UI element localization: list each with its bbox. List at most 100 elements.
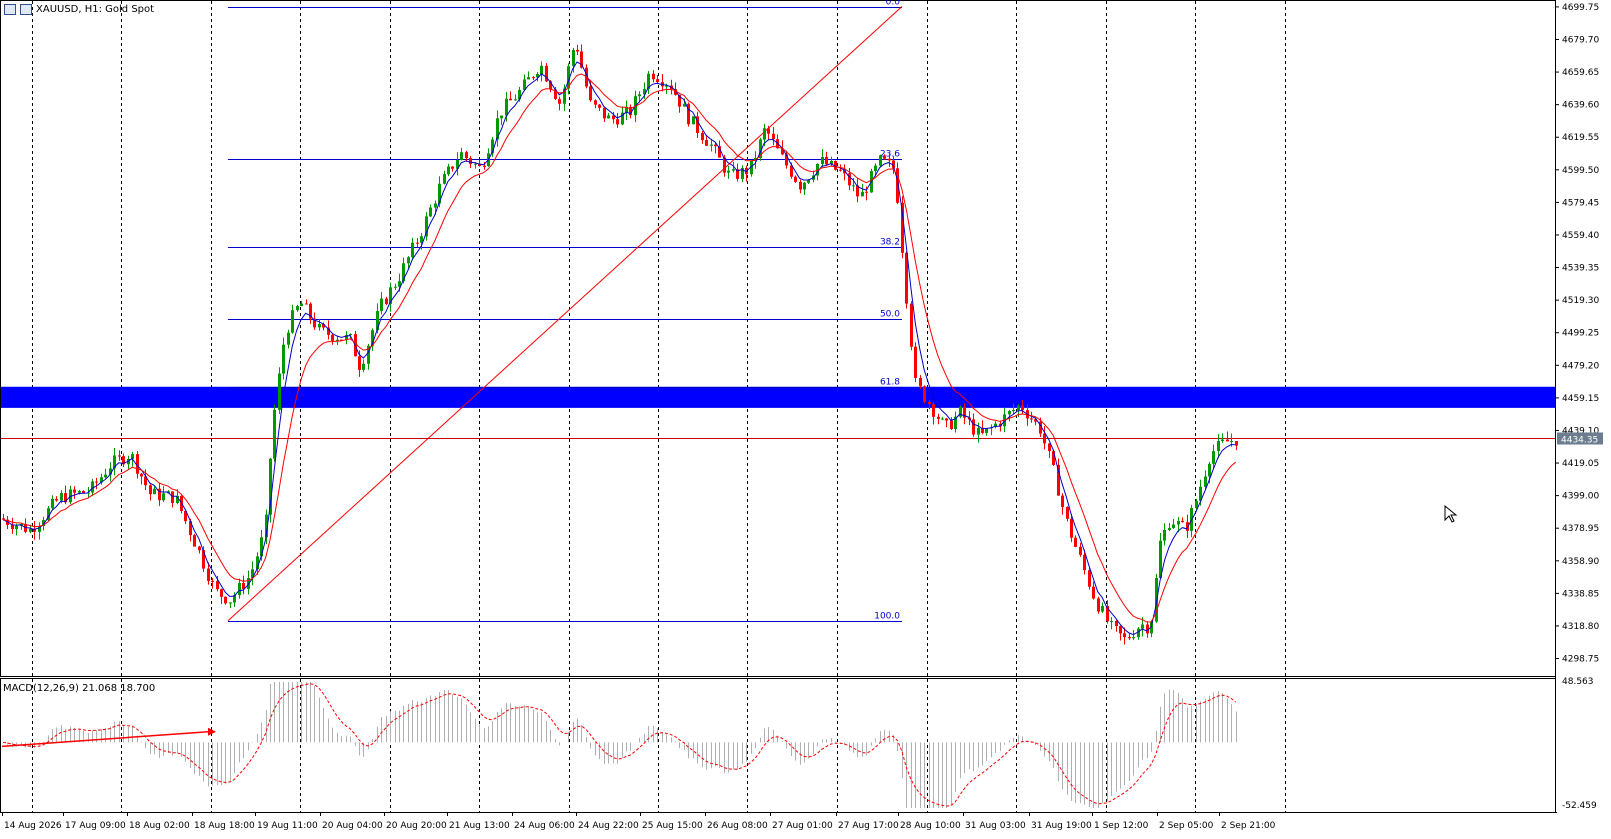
candle-body: [1208, 463, 1211, 477]
chart-canvas[interactable]: 0.023.638.250.061.8100.04699.754679.7046…: [0, 0, 1611, 839]
candle-body: [216, 581, 219, 590]
support-zone-rect[interactable]: [1, 386, 1555, 408]
candle-body: [331, 334, 334, 341]
candle-body: [140, 473, 143, 477]
candle-body: [692, 116, 695, 125]
candle-body: [732, 169, 735, 171]
candle-body: [318, 324, 321, 328]
candle-body: [1066, 507, 1069, 519]
price-tick-label: 4298.75: [1562, 655, 1599, 665]
candle-body: [589, 86, 592, 101]
candle-body: [937, 416, 940, 419]
chart-list-icon[interactable]: [4, 3, 16, 15]
candle-body: [207, 568, 210, 581]
candle-body: [78, 490, 81, 493]
price-tick-label: 4459.15: [1562, 394, 1599, 404]
candle-body: [1132, 637, 1135, 639]
candle-body: [1088, 570, 1091, 587]
candle-body: [848, 173, 851, 186]
candle-body: [224, 596, 227, 604]
candle-body: [1101, 606, 1104, 612]
macd-label: MACD(12,26,9) 21.068 18.700: [3, 683, 156, 694]
candle-body: [656, 79, 659, 83]
time-tick-label: 24 Aug 22:00: [578, 821, 639, 831]
candle-body: [1123, 633, 1126, 638]
candle-body: [607, 115, 610, 119]
price-tick-label: 4539.35: [1562, 264, 1599, 274]
candle-body: [296, 306, 299, 311]
candle-body: [1115, 621, 1118, 626]
candle-body: [1119, 625, 1122, 634]
candle-body: [594, 100, 597, 105]
symbol-title: XAUUSD, H1: Gold Spot: [36, 3, 155, 15]
candle-body: [447, 166, 450, 175]
candle-body: [273, 409, 276, 459]
candle-body: [291, 310, 294, 333]
fib-level-label: 50.0: [880, 310, 900, 320]
candle-body: [153, 488, 156, 495]
time-tick-label: 26 Aug 08:00: [707, 821, 768, 831]
candle-body: [483, 165, 486, 167]
candle-body: [821, 156, 824, 164]
candle-body: [945, 418, 948, 421]
candle-body: [131, 454, 134, 459]
candle-body: [727, 170, 730, 173]
candle-body: [1021, 405, 1024, 411]
candle-body: [1017, 405, 1020, 411]
candle-body: [767, 128, 770, 134]
candle-body: [118, 455, 121, 457]
candle-body: [1061, 495, 1064, 508]
candle-body: [572, 49, 575, 67]
time-tick-label: 25 Aug 15:00: [642, 821, 703, 831]
symbol-header: XAUUSD, H1: Gold Spot: [4, 2, 154, 16]
ma-slow-line: [2, 73, 1237, 623]
candle-body: [95, 481, 98, 483]
candle-body: [1030, 418, 1033, 420]
candle-body: [416, 242, 419, 244]
price-tick-label: 4499.25: [1562, 329, 1599, 339]
candle-body: [874, 165, 877, 172]
candle-body: [1083, 554, 1086, 571]
current-price-label: 4434.35: [1561, 436, 1598, 446]
candle-body: [803, 182, 806, 190]
candle-body: [1168, 527, 1171, 531]
time-tick-label: 19 Aug 11:00: [257, 821, 318, 831]
candle-body: [972, 419, 975, 435]
candle-body: [60, 493, 63, 501]
candle-body: [220, 589, 223, 597]
candle-body: [1181, 520, 1184, 523]
price-tick-label: 4699.75: [1562, 3, 1599, 13]
candle-body: [1012, 410, 1015, 412]
macd-signal-line: [2, 683, 1237, 807]
candle-body: [794, 176, 797, 182]
candle-body: [509, 98, 512, 101]
price-tick-label: 4399.00: [1562, 492, 1599, 502]
candle-body: [1074, 537, 1077, 547]
candle-body: [1163, 530, 1166, 541]
candle-body: [104, 474, 107, 478]
candle-body: [287, 332, 290, 345]
candle-body: [861, 191, 864, 197]
candle-body: [451, 166, 454, 169]
time-tick-label: 24 Aug 06:00: [514, 821, 575, 831]
candle-body: [198, 546, 201, 551]
chart-window-icon[interactable]: [20, 3, 32, 15]
price-tick-label: 4619.55: [1562, 133, 1599, 143]
candle-body: [211, 580, 214, 582]
candle-body: [238, 582, 241, 596]
candle-body: [1110, 621, 1113, 623]
time-tick-label: 14 Aug 2026: [4, 821, 62, 831]
price-tick-label: 4378.95: [1562, 524, 1599, 534]
candle-body: [380, 298, 383, 312]
time-tick-label: 28 Aug 10:00: [900, 821, 961, 831]
candle-body: [394, 286, 397, 288]
candle-body: [1141, 624, 1144, 629]
candle-body: [385, 298, 388, 304]
candle-body: [51, 498, 54, 509]
time-tick-label: 18 Aug 02:00: [129, 821, 190, 831]
candle-body: [701, 133, 704, 141]
candle-body: [527, 77, 530, 80]
price-tick-label: 4679.70: [1562, 35, 1599, 45]
candle-body: [443, 174, 446, 184]
candle-body: [429, 207, 432, 217]
